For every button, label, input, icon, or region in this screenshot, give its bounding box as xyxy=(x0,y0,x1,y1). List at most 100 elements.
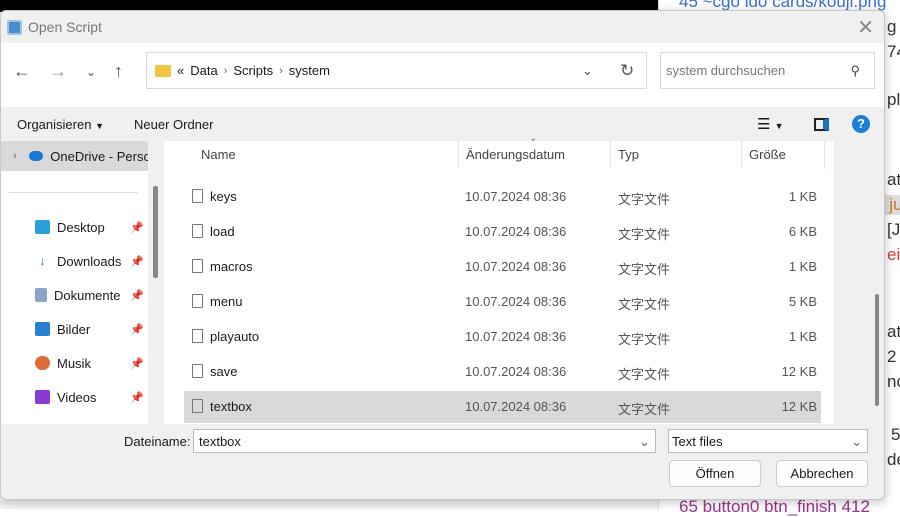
file-size: 12 KB xyxy=(781,364,817,379)
open-button[interactable]: Öffnen xyxy=(669,460,761,487)
chevron-down-icon[interactable]: ⌄ xyxy=(639,434,650,450)
file-type: 文字文件 xyxy=(618,297,671,312)
file-row[interactable]: macros 10.07.2024 08:36 文字文件 1 KB xyxy=(184,251,821,283)
pin-icon[interactable]: 📌 xyxy=(130,391,144,404)
pin-icon[interactable]: 📌 xyxy=(130,221,144,234)
text-file-icon xyxy=(192,224,203,238)
column-header-name[interactable]: Name xyxy=(194,141,459,169)
expand-chevron-icon[interactable]: › xyxy=(13,150,17,162)
music-icon xyxy=(35,356,50,370)
pin-icon[interactable]: 📌 xyxy=(130,289,144,302)
background-strip xyxy=(0,500,658,509)
navigation-bar: ← → ⌄ ↑ « Data › Scripts › system ⌄ ↻ sy… xyxy=(1,43,884,107)
editor-line: ein xyxy=(887,245,900,264)
file-row[interactable]: load 10.07.2024 08:36 文字文件 6 KB xyxy=(184,216,821,248)
editor-line: at_ xyxy=(887,170,900,189)
file-date: 10.07.2024 08:36 xyxy=(465,399,567,414)
sidebar-item-pictures[interactable]: Bilder 📌 xyxy=(1,314,148,344)
pin-icon[interactable]: 📌 xyxy=(130,255,144,268)
column-header-size[interactable]: Größe xyxy=(742,141,825,169)
text-file-icon xyxy=(192,364,203,378)
refresh-icon[interactable]: ↻ xyxy=(620,61,634,81)
chevron-down-icon[interactable]: ⌄ xyxy=(851,434,862,450)
text-file-icon xyxy=(192,329,203,343)
recent-locations-chevron-icon[interactable]: ⌄ xyxy=(86,65,96,79)
dialog-footer: Dateiname: textbox ⌄ Text files ⌄ Öffnen… xyxy=(1,424,884,499)
file-row[interactable]: menu 10.07.2024 08:36 文字文件 5 KB xyxy=(184,286,821,318)
filename-value: textbox xyxy=(199,434,241,449)
sidebar-scrollbar[interactable] xyxy=(153,186,158,278)
column-header-date[interactable]: Änderungsdatum xyxy=(459,141,611,169)
sidebar-item-documents[interactable]: Dokumente 📌 xyxy=(1,280,148,310)
file-size: 5 KB xyxy=(788,294,817,309)
breadcrumb-scripts[interactable]: Scripts xyxy=(233,63,273,78)
file-size: 1 KB xyxy=(788,259,817,274)
file-size: 1 KB xyxy=(788,329,817,344)
file-list: Name Änderungsdatum ⌄ Typ Größe keys 10.… xyxy=(164,133,834,424)
chevron-right-icon: › xyxy=(279,64,283,77)
file-row[interactable]: save 10.07.2024 08:36 文字文件 12 KB xyxy=(184,356,821,388)
sort-indicator-icon: ⌄ xyxy=(529,133,538,144)
sidebar-item-desktop[interactable]: Desktop 📌 xyxy=(1,212,148,242)
up-icon[interactable]: ↑ xyxy=(114,61,123,82)
sidebar-item-videos[interactable]: Videos 📌 xyxy=(1,382,148,412)
file-type: 文字文件 xyxy=(618,262,671,277)
breadcrumb-system[interactable]: system xyxy=(289,63,330,78)
filename-input[interactable]: textbox ⌄ xyxy=(193,429,656,453)
file-type: 文字文件 xyxy=(618,367,671,382)
column-header-type[interactable]: Typ xyxy=(611,141,742,169)
text-file-icon xyxy=(192,189,203,203)
path-overflow[interactable]: « xyxy=(177,63,184,78)
file-row[interactable]: textbox 10.07.2024 08:36 文字文件 12 KB xyxy=(184,391,821,423)
download-icon: ↓ xyxy=(39,253,46,268)
pin-icon[interactable]: 📌 xyxy=(130,323,144,336)
file-row[interactable]: playauto 10.07.2024 08:36 文字文件 1 KB xyxy=(184,321,821,353)
file-name: load xyxy=(210,224,235,239)
sidebar-item-music[interactable]: Musik 📌 xyxy=(1,348,148,378)
sidebar-label: Musik xyxy=(57,355,91,371)
help-icon[interactable]: ? xyxy=(852,115,870,133)
file-size: 12 KB xyxy=(781,399,817,414)
text-file-icon xyxy=(192,294,203,308)
address-bar[interactable]: « Data › Scripts › system ⌄ ↻ xyxy=(146,52,647,89)
organize-button[interactable]: Organisieren ▼ xyxy=(17,117,104,132)
file-name: menu xyxy=(210,294,243,309)
filetype-value: Text files xyxy=(672,434,723,449)
file-date: 10.07.2024 08:36 xyxy=(465,294,567,309)
sidebar-item-downloads[interactable]: ↓ Downloads 📌 xyxy=(1,246,148,276)
new-folder-button[interactable]: Neuer Ordner xyxy=(134,117,213,132)
file-date: 10.07.2024 08:36 xyxy=(465,364,567,379)
view-options-icon[interactable]: ☰ ▼ xyxy=(757,115,784,133)
breadcrumb-data[interactable]: Data xyxy=(190,63,217,78)
sidebar-label: Downloads xyxy=(57,253,122,269)
sidebar-item-onedrive[interactable]: › OneDrive - Perso xyxy=(1,141,148,171)
sidebar-label: Desktop xyxy=(57,219,105,235)
cloud-icon xyxy=(28,151,44,161)
chevron-down-icon[interactable]: ⌄ xyxy=(582,63,593,79)
folder-icon xyxy=(155,64,171,77)
back-icon[interactable]: ← xyxy=(13,61,31,82)
preview-pane-icon[interactable] xyxy=(814,117,829,131)
close-icon[interactable]: ✕ xyxy=(857,15,874,40)
editor-line: at_ xyxy=(887,322,900,341)
search-icon: ⚲ xyxy=(850,62,860,78)
pictures-icon xyxy=(35,322,50,336)
editor-line: [J xyxy=(887,220,900,239)
editor-line: g 3 xyxy=(887,17,900,36)
sidebar-label: Videos xyxy=(57,389,97,405)
cancel-button[interactable]: Abbrechen xyxy=(776,460,868,487)
column-headers: Name Änderungsdatum ⌄ Typ Größe xyxy=(164,133,834,169)
file-date: 10.07.2024 08:36 xyxy=(465,189,567,204)
forward-icon[interactable]: → xyxy=(49,61,67,82)
file-name: textbox xyxy=(210,399,252,414)
file-date: 10.07.2024 08:36 xyxy=(465,259,567,274)
editor-line: 5 xyxy=(891,425,900,444)
video-icon xyxy=(35,390,50,404)
file-list-scrollbar[interactable] xyxy=(875,294,879,406)
document-icon xyxy=(35,288,47,302)
filename-label: Dateiname: xyxy=(124,434,191,449)
filetype-select[interactable]: Text files ⌄ xyxy=(668,429,868,453)
pin-icon[interactable]: 📌 xyxy=(130,357,144,370)
search-input[interactable]: system durchsuchen ⚲ xyxy=(660,52,875,89)
file-row[interactable]: keys 10.07.2024 08:36 文字文件 1 KB xyxy=(184,181,821,213)
